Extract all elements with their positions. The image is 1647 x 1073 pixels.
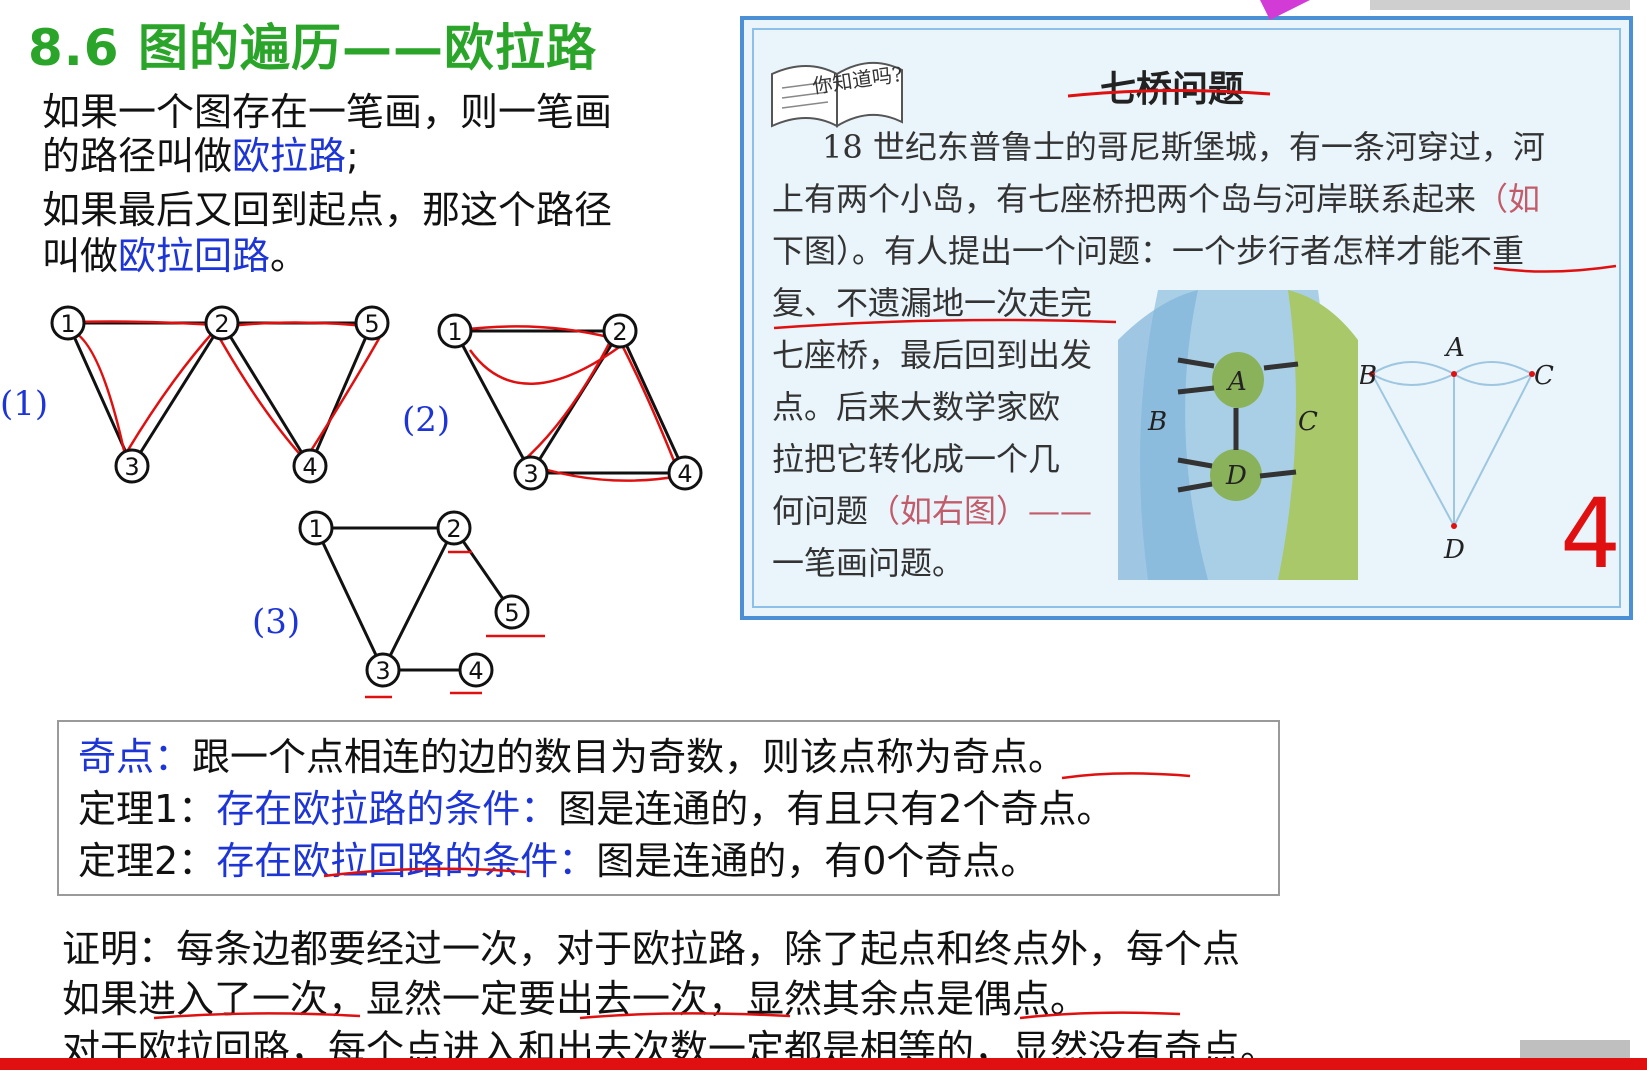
story-line-6: 点。后来大数学家欧 [772,388,1061,426]
story-line-8: 何问题（如右图）—— [772,486,1092,532]
handwritten-answer: 4 [1560,478,1622,590]
graph-label-a: A [1444,333,1465,363]
progress-bar [0,1058,1647,1070]
map-label-a: A [1226,367,1247,397]
g1-node-5-label: 5 [364,310,379,338]
theorem-1: 定理1：存在欧拉路的条件：图是连通的，有且只有2个奇点。 [78,778,1114,833]
proof-line-1: 证明：每条边都要经过一次，对于欧拉路，除了起点和终点外，每个点 [62,927,1241,971]
g2-node-2-label: 2 [612,318,627,346]
odd-vertex-text: 跟一个点相连的边的数目为奇数，则该点称为奇点。 [192,735,1067,779]
scroll-indicator [1520,1040,1630,1058]
g3-node-5-label: 5 [504,599,519,627]
g3-node-3-label: 3 [375,657,390,685]
g2-node-4-label: 4 [677,460,692,488]
proof-underlines [153,1011,1181,1020]
odd-vertex-label: 奇点： [78,735,193,779]
theorem-1-text: 图是连通的，有且只有2个奇点。 [558,787,1115,831]
theorem-2-text: 图是连通的，有0个奇点。 [596,839,1039,883]
odd-vertex-underline [1061,772,1191,780]
g1-node-1-label: 1 [60,310,75,338]
story-line-7: 拉把它转化成一个几 [772,440,1061,478]
story-underline-a [1493,264,1617,273]
story-underline-b [773,318,1117,330]
story-line-2: 上有两个小岛，有七座桥把两个岛与河岸联系起来（如 [772,174,1540,220]
story-line-3: 下图）。有人提出一个问题：一个步行者怎样才能不重 [772,232,1525,270]
theorem-1-label: 定理1： [78,787,217,831]
g1-node-4-label: 4 [302,453,317,481]
g3-node-1-label: 1 [308,515,323,543]
graph-label-d: D [1443,535,1465,565]
g3-node-2-label: 2 [446,515,461,543]
circuit-underline [323,867,527,878]
graphs-figure: 1 2 5 3 4 1 2 3 4 1 2 5 3 4 [50,305,703,699]
g1-node-3-label: 3 [124,453,139,481]
g3-node-4-label: 4 [468,657,483,685]
konigsberg-map: A D B C [1118,290,1358,580]
theorem-1-condition: 存在欧拉路的条件： [216,787,559,831]
story-line-2-paren: （如 [1476,180,1541,218]
theorem-2: 定理2：存在欧拉回路的条件：图是连通的，有0个奇点。 [78,830,1038,885]
theorem-2-label: 定理2： [78,839,217,883]
graph-label-c: C [1534,361,1554,391]
g2-node-1-label: 1 [447,318,462,346]
story-line-1: 18 世纪东普鲁士的哥尼斯堡城，有一条河穿过，河 [822,128,1545,166]
bridges-graph: A B C D [1360,333,1554,565]
map-label-b: B [1147,407,1167,437]
odd-vertex-definition: 奇点：跟一个点相连的边的数目为奇数，则该点称为奇点。 [78,726,1066,781]
graph-label-b: B [1360,361,1377,391]
story-line-8-text: 何问题 [772,492,869,530]
story-line-8-paren: （如右图）—— [868,492,1093,530]
g1-node-2-label: 2 [214,310,229,338]
story-line-9: 一笔画问题。 [772,544,965,582]
corner-ornament [1260,0,1630,20]
story-line-5: 七座桥，最后回到出发 [772,336,1093,374]
g2-node-3-label: 3 [523,460,538,488]
map-label-d: D [1225,461,1247,491]
map-label-c: C [1298,407,1318,437]
story-line-2-text: 上有两个小岛，有七座桥把两个岛与河岸联系起来 [772,180,1477,218]
title-underline [1067,88,1271,98]
